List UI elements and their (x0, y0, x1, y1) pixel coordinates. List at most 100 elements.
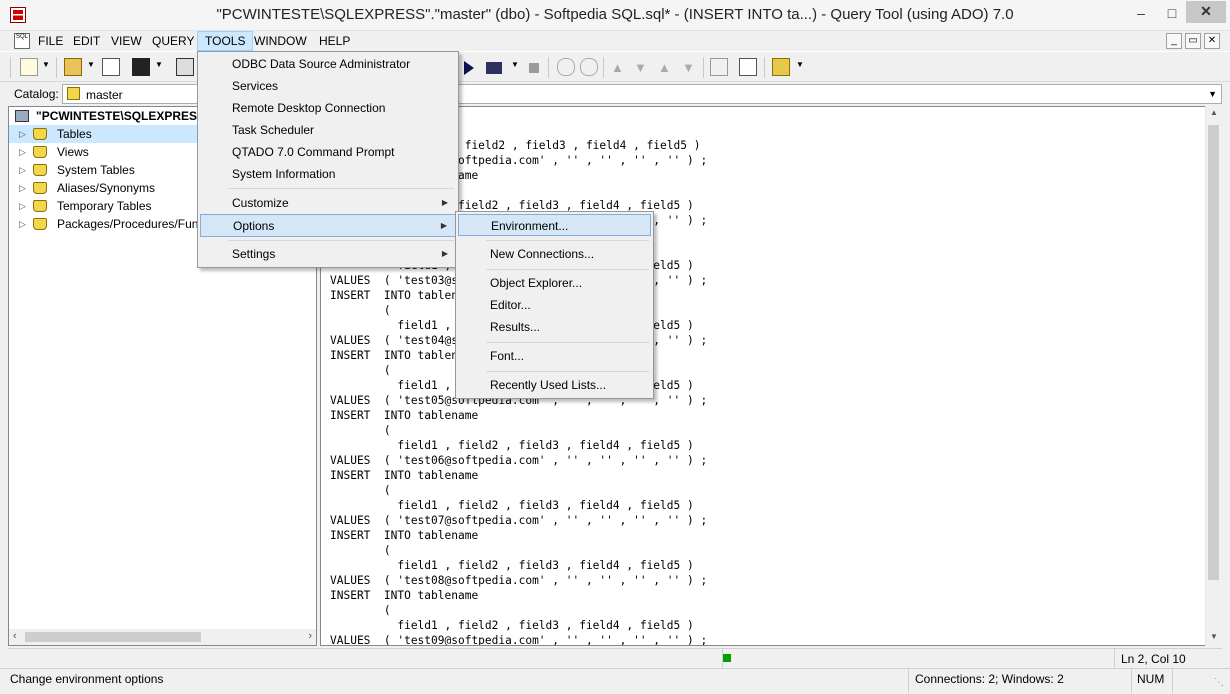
save-icon[interactable] (132, 58, 150, 76)
expand-icon[interactable]: ▷ (19, 161, 26, 179)
expand-icon[interactable]: ▷ (19, 143, 26, 161)
close-button[interactable]: ✕ (1186, 1, 1226, 23)
toolbar-grip (10, 57, 11, 78)
database-icon (67, 87, 80, 100)
status-bar: Change environment options Connections: … (0, 668, 1230, 694)
menu-view[interactable]: VIEW (104, 31, 149, 51)
scroll-thumb[interactable] (25, 632, 201, 642)
execute-dropdown-icon[interactable]: ▼ (511, 60, 519, 69)
first-result-icon[interactable]: ▲ (611, 60, 624, 75)
menu-file[interactable]: FILE (31, 31, 70, 51)
resize-grip-icon[interactable]: ⋱ (1214, 677, 1224, 688)
scroll-thumb[interactable] (1208, 125, 1219, 580)
tree-horizontal-scrollbar[interactable]: ‹ › (9, 629, 316, 645)
window-title: "PCWINTESTE\SQLEXPRESS"."master" (dbo) -… (216, 6, 1014, 23)
maximize-button[interactable]: □ (1158, 3, 1186, 23)
menu-item-results[interactable]: Results... (458, 316, 651, 338)
new-query-icon[interactable] (20, 58, 38, 76)
folder-icon (33, 146, 47, 158)
folder-icon (33, 128, 47, 140)
menu-item-odbc[interactable]: ODBC Data Source Administrator (200, 53, 456, 75)
minimize-button[interactable]: – (1124, 3, 1158, 23)
scroll-right-icon[interactable]: › (308, 630, 312, 642)
scroll-up-icon[interactable]: ▲ (1210, 108, 1218, 117)
open-file-icon[interactable] (102, 58, 120, 76)
menu-bar: SQL FILE EDIT VIEW QUERY TOOLS WINDOW HE… (0, 31, 1230, 51)
status-message: Change environment options (10, 672, 164, 686)
menu-help[interactable]: HELP (312, 31, 357, 51)
menu-separator (228, 240, 454, 241)
save-dropdown-icon[interactable]: ▼ (155, 60, 163, 69)
menu-item-system-information[interactable]: System Information (200, 163, 456, 185)
prev-result-icon[interactable]: ▼ (634, 60, 647, 75)
menu-separator (486, 342, 649, 343)
menu-query[interactable]: QUERY (145, 31, 201, 51)
scroll-down-icon[interactable]: ▼ (1210, 632, 1218, 641)
menu-item-new-connections[interactable]: New Connections... (458, 243, 651, 265)
catalog-label: Catalog: (14, 87, 59, 101)
menu-item-command-prompt[interactable]: QTADO 7.0 Command Prompt (200, 141, 456, 163)
title-bar: "PCWINTESTE\SQLEXPRESS"."master" (dbo) -… (0, 0, 1230, 31)
scroll-left-icon[interactable]: ‹ (13, 630, 17, 642)
editor-status-row: Ln 2, Col 10 (8, 648, 1222, 669)
tree-root-label: "PCWINTESTE\SQLEXPRESS" (36, 109, 211, 123)
cursor-position: Ln 2, Col 10 (1121, 652, 1186, 666)
menu-item-options[interactable]: Options ▶ (200, 214, 456, 237)
mdi-minimize-button[interactable]: _ (1166, 33, 1182, 49)
menu-item-environment[interactable]: Environment... (458, 214, 651, 236)
mdi-close-button[interactable]: ✕ (1204, 33, 1220, 49)
open-dropdown-icon[interactable]: ▼ (87, 60, 95, 69)
submenu-arrow-icon: ▶ (440, 221, 447, 230)
submenu-arrow-icon: ▶ (441, 198, 448, 207)
options-submenu: Environment... New Connections... Object… (455, 211, 654, 399)
print-icon[interactable] (176, 58, 194, 76)
toolbar: ▼ ▼ ▼ ▼ ▲ ▼ ▲ ▼ ▼ (0, 51, 1230, 82)
expand-icon[interactable]: ▷ (19, 179, 26, 197)
open-folder-icon[interactable] (64, 58, 82, 76)
execution-indicator (723, 654, 731, 662)
menu-item-editor[interactable]: Editor... (458, 294, 651, 316)
mdi-restore-button[interactable]: ▭ (1185, 33, 1201, 49)
stop-icon[interactable] (529, 63, 539, 73)
menu-window[interactable]: WINDOW (247, 31, 314, 51)
execute-icon[interactable] (464, 61, 474, 75)
expand-icon[interactable]: ▷ (19, 125, 26, 143)
folder-icon (33, 164, 47, 176)
menu-separator (486, 371, 649, 372)
folder-icon (33, 182, 47, 194)
menu-item-customize[interactable]: Customize ▶ (200, 192, 456, 214)
menu-separator (228, 188, 454, 189)
menu-item-task-scheduler[interactable]: Task Scheduler (200, 119, 456, 141)
last-result-icon[interactable]: ▼ (682, 60, 695, 75)
catalog-value: master (86, 88, 123, 102)
toggle-results-icon[interactable] (739, 58, 757, 76)
next-result-icon[interactable]: ▲ (658, 60, 671, 75)
menu-item-recently-used-lists[interactable]: Recently Used Lists... (458, 374, 651, 396)
document-icon[interactable]: SQL (14, 33, 30, 49)
server-icon (15, 110, 29, 122)
layout-icon[interactable] (710, 58, 728, 76)
connections-status: Connections: 2; Windows: 2 (915, 672, 1064, 686)
menu-tools[interactable]: TOOLS (197, 31, 254, 51)
menu-edit[interactable]: EDIT (66, 31, 107, 51)
folder-icon (33, 218, 47, 230)
commit-icon[interactable] (557, 58, 575, 76)
menu-item-font[interactable]: Font... (458, 345, 651, 367)
connect-dropdown-icon[interactable]: ▼ (796, 60, 804, 69)
expand-icon[interactable]: ▷ (19, 197, 26, 215)
catalog-bar: Catalog: master ▼ (0, 82, 1230, 106)
new-dropdown-icon[interactable]: ▼ (42, 60, 50, 69)
menu-item-services[interactable]: Services (200, 75, 456, 97)
execute-to-file-icon[interactable] (486, 62, 502, 74)
menu-item-settings[interactable]: Settings ▶ (200, 243, 456, 265)
rollback-icon[interactable] (580, 58, 598, 76)
menu-item-object-explorer[interactable]: Object Explorer... (458, 272, 651, 294)
submenu-arrow-icon: ▶ (441, 249, 448, 258)
chevron-down-icon[interactable]: ▼ (1208, 89, 1217, 99)
num-lock-indicator: NUM (1137, 672, 1165, 686)
connect-icon[interactable] (772, 58, 790, 76)
menu-item-remote-desktop[interactable]: Remote Desktop Connection (200, 97, 456, 119)
expand-icon[interactable]: ▷ (19, 215, 26, 233)
menu-separator (486, 269, 649, 270)
menu-separator (486, 240, 649, 241)
